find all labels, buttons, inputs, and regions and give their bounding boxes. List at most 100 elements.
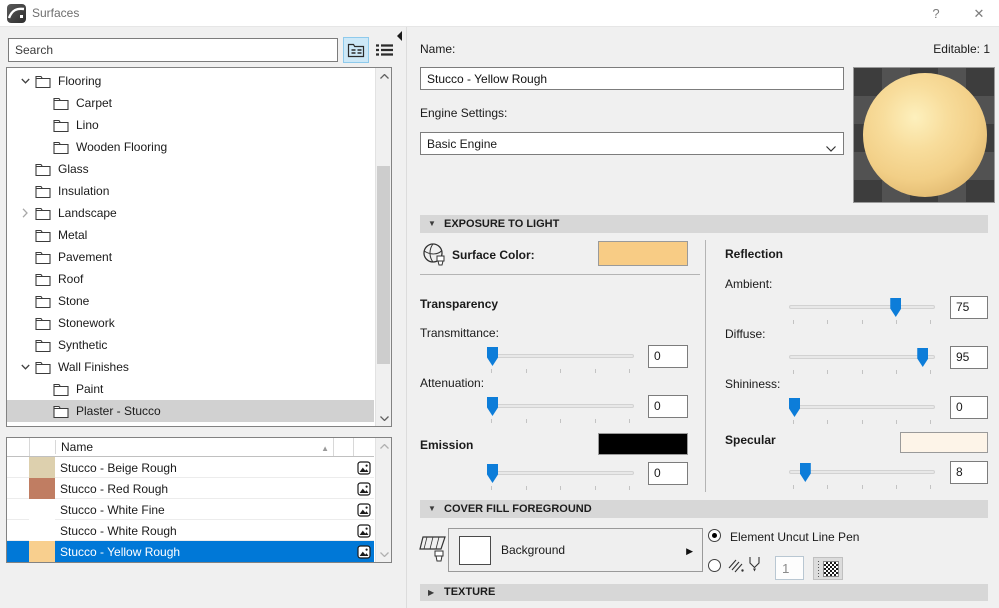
tree-item[interactable]: Pavement: [7, 246, 374, 268]
element-uncut-line-pen-label: Element Uncut Line Pen: [730, 530, 859, 544]
tree-item[interactable]: Stone: [7, 290, 374, 312]
editable-count: Editable: 1: [933, 42, 990, 56]
surface-row[interactable]: Stucco - White Rough: [7, 520, 374, 541]
folder-icon: [35, 272, 51, 286]
tree-item-label: Plaster - Stucco: [76, 404, 161, 418]
folder-icon: [35, 74, 51, 88]
specular-color-swatch[interactable]: [900, 432, 988, 453]
panel-divider[interactable]: [406, 27, 407, 608]
help-button[interactable]: ?: [925, 4, 947, 23]
slider-thumb[interactable]: [789, 398, 800, 417]
slider-thumb[interactable]: [487, 347, 498, 366]
tree-item[interactable]: Landscape: [7, 202, 374, 224]
surface-list: Name▲ Stucco - Beige RoughStucco - Red R…: [6, 437, 392, 563]
attenuation-slider[interactable]: [487, 396, 634, 423]
ambient-slider[interactable]: [789, 297, 935, 324]
slider-thumb[interactable]: [487, 464, 498, 483]
chevron-expanded-icon[interactable]: [21, 364, 30, 370]
surface-row[interactable]: Stucco - White Fine: [7, 499, 374, 520]
list-scrollbar[interactable]: [375, 438, 391, 562]
collapse-triangle-icon: ▼: [428, 215, 436, 233]
attenuation-label: Attenuation:: [420, 376, 484, 390]
slider-thumb[interactable]: [890, 298, 901, 317]
app-icon: [7, 4, 26, 23]
flyout-arrow-icon: ▶: [686, 546, 693, 557]
panel-collapse-icon[interactable]: [397, 31, 402, 41]
tree-item[interactable]: Synthetic: [7, 334, 374, 356]
close-button[interactable]: ✕: [968, 4, 990, 23]
tree-item[interactable]: Glass: [7, 158, 374, 180]
surface-swatch: [29, 478, 55, 499]
slider-thumb[interactable]: [800, 463, 811, 482]
cover-fill-dropdown[interactable]: Background ▶: [448, 528, 703, 572]
slider-thumb[interactable]: [917, 348, 928, 367]
tree-item[interactable]: Flooring: [7, 70, 374, 92]
title-bar: Surfaces ? ✕: [0, 0, 999, 27]
pen-color-button[interactable]: [813, 557, 843, 580]
tree-item[interactable]: Roof: [7, 268, 374, 290]
name-column-header[interactable]: Name▲: [55, 440, 333, 454]
pen-icon: [747, 556, 763, 577]
surface-color-swatch[interactable]: [598, 241, 688, 266]
expand-triangle-icon: ▶: [428, 584, 434, 601]
surface-name-input[interactable]: [420, 67, 844, 90]
diffuse-slider[interactable]: [789, 347, 935, 374]
surface-name: Stucco - Yellow Rough: [55, 545, 333, 559]
window-title: Surfaces: [32, 6, 79, 20]
ambient-value[interactable]: 75: [950, 296, 988, 319]
custom-pen-radio[interactable]: [708, 559, 721, 572]
surface-row[interactable]: Stucco - Yellow Rough: [7, 541, 374, 562]
tree-item[interactable]: Wall Finishes: [7, 356, 374, 378]
section-cover-fill-foreground[interactable]: ▼ COVER FILL FOREGROUND: [420, 500, 988, 518]
tree-item[interactable]: Carpet: [7, 92, 374, 114]
folder-tree: FlooringCarpetLinoWooden FlooringGlassIn…: [6, 67, 392, 427]
scroll-down-icon[interactable]: [376, 546, 392, 562]
pen-number-input[interactable]: [775, 556, 804, 580]
scroll-up-icon[interactable]: [376, 68, 392, 84]
material-preview[interactable]: [853, 67, 995, 203]
element-uncut-line-pen-radio[interactable]: [708, 529, 721, 542]
transparency-label: Transparency: [420, 297, 498, 311]
tree-item[interactable]: Metal: [7, 224, 374, 246]
surface-row[interactable]: Stucco - Red Rough: [7, 478, 374, 499]
transmittance-label: Transmittance:: [420, 326, 499, 340]
shininess-slider[interactable]: [789, 397, 935, 424]
tree-item[interactable]: Insulation: [7, 180, 374, 202]
scroll-up-icon[interactable]: [376, 438, 392, 454]
shininess-value[interactable]: 0: [950, 396, 988, 419]
diffuse-value[interactable]: 95: [950, 346, 988, 369]
attenuation-value[interactable]: 0: [648, 395, 688, 418]
list-header[interactable]: Name▲: [7, 438, 374, 457]
tree-scrollbar[interactable]: [375, 68, 391, 426]
ambient-label: Ambient:: [725, 277, 772, 291]
chevron-down-icon: [826, 141, 836, 155]
slider-thumb[interactable]: [487, 397, 498, 416]
tree-item[interactable]: Wooden Flooring: [7, 136, 374, 158]
list-view-button[interactable]: [371, 37, 397, 63]
tree-item-label: Stone: [58, 294, 89, 308]
tree-view-button[interactable]: [343, 37, 369, 63]
transmittance-slider[interactable]: [487, 346, 634, 373]
list-icon: [375, 43, 394, 57]
chevron-expanded-icon[interactable]: [21, 78, 30, 84]
tree-item[interactable]: Stonework: [7, 312, 374, 334]
specular-value[interactable]: 8: [950, 461, 988, 484]
tree-item[interactable]: Lino: [7, 114, 374, 136]
tree-item[interactable]: Plaster - Stucco: [7, 400, 374, 422]
surface-row[interactable]: Stucco - Beige Rough: [7, 457, 374, 478]
search-input[interactable]: [8, 38, 338, 62]
folder-icon: [35, 184, 51, 198]
tree-item-label: Pavement: [58, 250, 112, 264]
emission-slider[interactable]: [487, 463, 634, 490]
section-exposure-to-light[interactable]: ▼ EXPOSURE TO LIGHT: [420, 215, 988, 233]
emission-color-swatch[interactable]: [598, 433, 688, 455]
scrollbar-thumb[interactable]: [377, 166, 390, 364]
tree-item[interactable]: Paint: [7, 378, 374, 400]
specular-slider[interactable]: [789, 462, 935, 489]
engine-select[interactable]: Basic Engine: [420, 132, 844, 155]
emission-value[interactable]: 0: [648, 462, 688, 485]
chevron-collapsed-icon[interactable]: [22, 208, 28, 218]
section-texture[interactable]: ▶ TEXTURE: [420, 584, 988, 601]
transmittance-value[interactable]: 0: [648, 345, 688, 368]
scroll-down-icon[interactable]: [376, 410, 392, 426]
